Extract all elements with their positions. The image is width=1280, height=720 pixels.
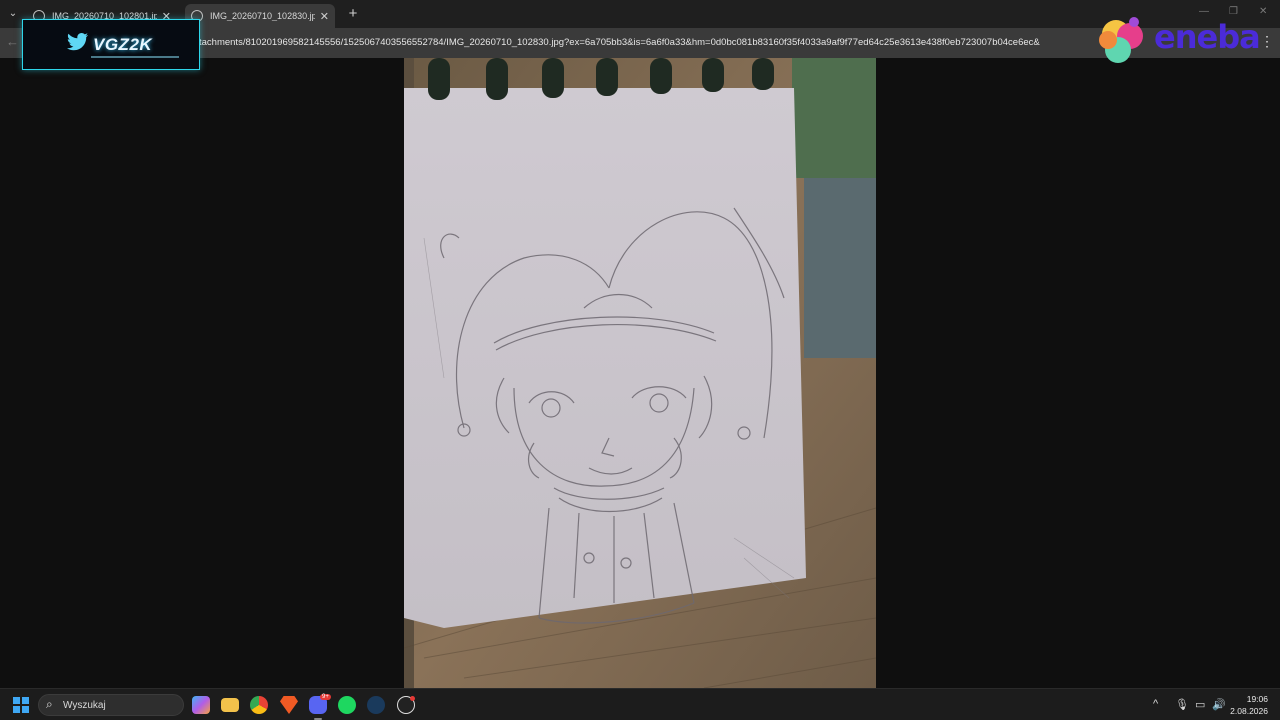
tab-search-chevron-icon[interactable]: ⌄ (4, 5, 22, 23)
eneba-wordmark: eneba (1154, 18, 1261, 56)
search-icon: ⌕ (46, 697, 53, 711)
chrome-icon[interactable] (250, 696, 268, 714)
brave-icon[interactable] (280, 696, 298, 714)
system-clock[interactable]: 19:06 2.08.2026 (1230, 693, 1268, 717)
clock-date: 2.08.2026 (1230, 706, 1268, 716)
vgz2k-stream-overlay: VGZ2K (22, 19, 200, 70)
steam-icon[interactable] (367, 696, 385, 714)
copilot-icon[interactable] (192, 696, 210, 714)
windows-taskbar: ⌕ Wyszukaj 9+ ^ 🎙 ▭ 🔊 19:06 2.08.2026 (0, 688, 1280, 720)
tray-overflow-chevron-icon[interactable]: ^ (1153, 698, 1158, 710)
tab-title: IMG_20260710_102830.jpg (30… (210, 11, 315, 21)
volume-icon[interactable]: 🔊 (1212, 698, 1226, 711)
taskbar-search-box[interactable]: ⌕ Wyszukaj (38, 694, 184, 716)
divider (91, 56, 179, 58)
sketch-image (404, 58, 876, 688)
windows-start-icon[interactable] (13, 697, 29, 713)
spotify-icon[interactable] (338, 696, 356, 714)
vgz2k-logo-text: VGZ2K (93, 35, 153, 54)
search-placeholder: Wyszukaj (63, 700, 106, 711)
file-explorer-icon[interactable] (221, 698, 239, 712)
network-icon[interactable]: ▭ (1195, 698, 1205, 711)
microphone-icon[interactable]: 🎙 (1175, 698, 1189, 711)
notification-dot (410, 696, 415, 701)
close-tab-icon[interactable]: ✕ (320, 10, 329, 23)
eneba-sponsor-logo: eneba (1096, 14, 1270, 66)
twitter-bird-icon (67, 33, 89, 57)
discord-notification-badge: 9+ (320, 694, 331, 700)
eneba-mark-icon (1099, 17, 1143, 63)
new-tab-button[interactable]: + (344, 5, 362, 23)
url-field[interactable]: tachments/810201969582145556/15250674035… (199, 37, 1040, 48)
clock-time: 19:06 (1246, 694, 1268, 704)
sketch-photo (404, 58, 876, 688)
back-arrow-icon[interactable]: ← (6, 34, 19, 49)
tab-image-102830[interactable]: IMG_20260710_102830.jpg (30… ✕ (185, 4, 335, 28)
